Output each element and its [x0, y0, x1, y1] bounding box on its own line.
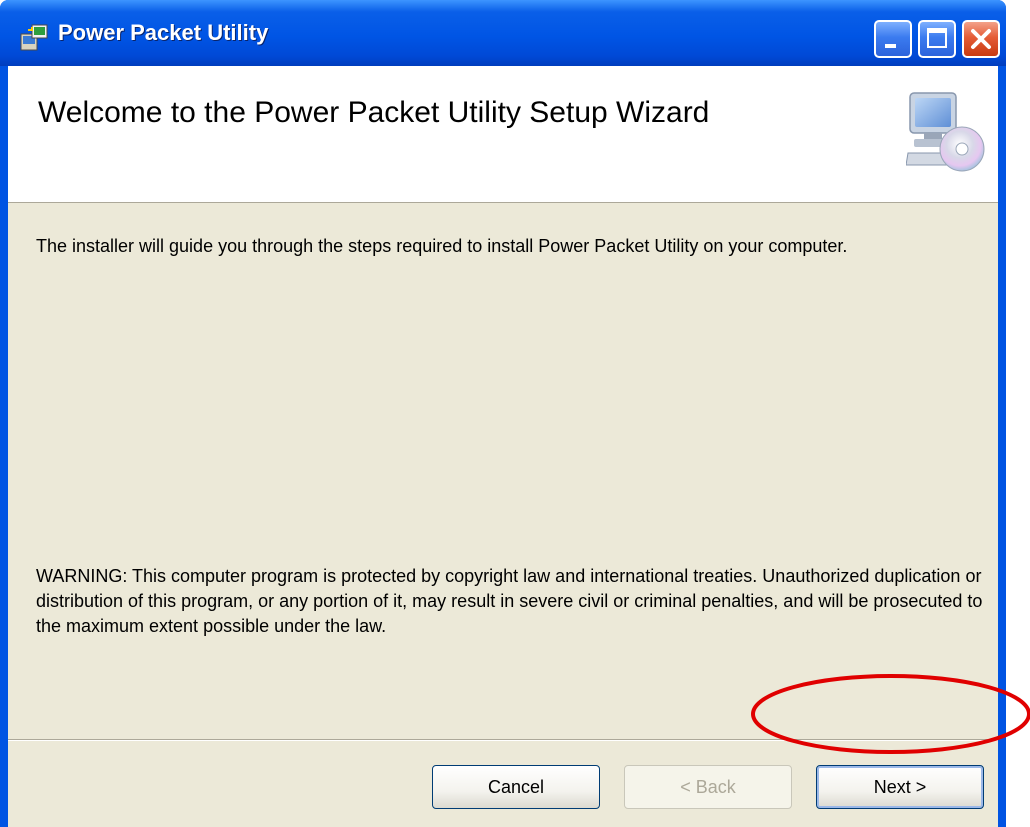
next-button[interactable]: Next >: [816, 765, 984, 809]
title-bar[interactable]: Power Packet Utility: [0, 0, 1006, 66]
cancel-button[interactable]: Cancel: [432, 765, 600, 809]
computer-cd-icon: [906, 92, 985, 172]
intro-text: The installer will guide you through the…: [36, 236, 848, 256]
minimize-button[interactable]: [874, 20, 912, 58]
close-button[interactable]: [962, 20, 1000, 58]
button-separator: [8, 739, 998, 741]
window-title: Power Packet Utility: [58, 20, 269, 45]
close-icon: [971, 29, 991, 49]
maximize-button[interactable]: [918, 20, 956, 58]
minimize-icon: [885, 44, 896, 48]
installer-window: Power Packet Utility Welcome to the Powe…: [0, 0, 1006, 827]
installer-app-icon: [20, 24, 48, 51]
maximize-icon: [927, 28, 947, 48]
wizard-frame: Welcome to the Power Packet Utility Setu…: [8, 66, 998, 827]
banner-title: Welcome to the Power Packet Utility Setu…: [38, 96, 710, 129]
wizard-banner: Welcome to the Power Packet Utility Setu…: [8, 66, 998, 203]
copyright-warning: WARNING: This computer program is protec…: [36, 566, 983, 636]
back-button: < Back: [624, 765, 792, 809]
